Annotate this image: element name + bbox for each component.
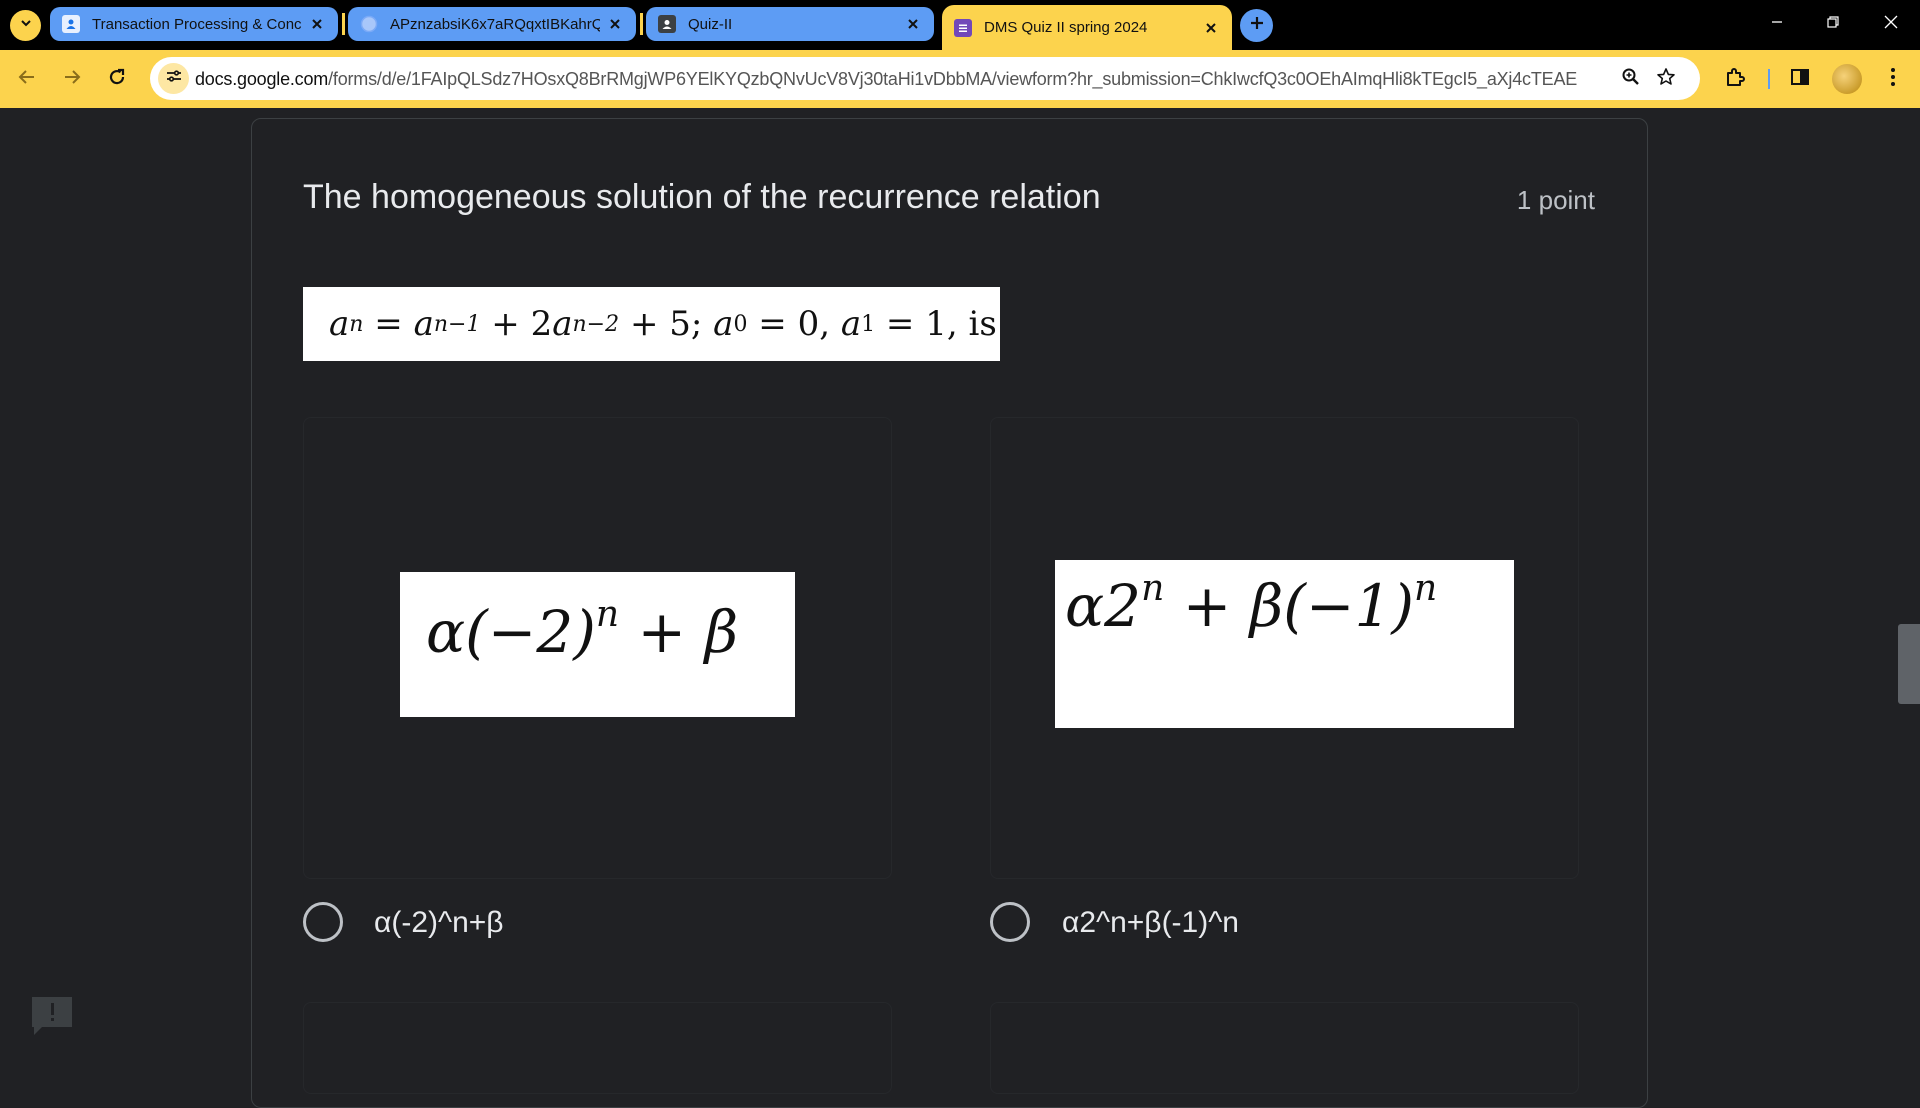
puzzle-icon	[1724, 66, 1746, 93]
tab-divider	[342, 13, 345, 35]
equation-coefficient: 2	[530, 304, 553, 344]
equation-constant: 5;	[669, 304, 703, 344]
equation-operator: +	[491, 304, 520, 344]
option-2-expression-mid: + β(−1)	[1164, 572, 1415, 640]
tab-search-button[interactable]	[10, 10, 41, 41]
equation-subscript: n−1	[433, 311, 481, 337]
option-1-expression-tail: + β	[619, 598, 739, 666]
option-4-image-frame[interactable]	[990, 1002, 1579, 1094]
equation-term: a	[840, 304, 862, 344]
side-panel-button[interactable]	[1783, 62, 1817, 96]
option-2-label[interactable]: α2^n+β(-1)^n	[1062, 906, 1239, 940]
tab-transaction-processing[interactable]: Transaction Processing & Conc	[50, 7, 338, 41]
google-icon	[360, 15, 378, 33]
option-1-expression: α(−2)	[426, 598, 596, 666]
restore-button[interactable]	[1810, 8, 1856, 40]
site-info-button[interactable]	[158, 63, 189, 94]
url-text: docs.google.com/forms/d/e/1FAIpQLSdz7HOs…	[195, 69, 1595, 90]
feedback-icon	[30, 993, 74, 1042]
url-host: docs.google.com	[195, 69, 329, 89]
back-arrow-icon	[17, 67, 37, 92]
tab-dms-quiz[interactable]: DMS Quiz II spring 2024	[942, 5, 1232, 50]
close-icon	[1883, 14, 1899, 35]
option-2-radio[interactable]	[990, 902, 1030, 942]
equation-subscript: 0	[733, 311, 748, 337]
browser-toolbar: docs.google.com/forms/d/e/1FAIpQLSdz7HOs…	[0, 50, 1920, 108]
address-bar[interactable]: docs.google.com/forms/d/e/1FAIpQLSdz7HOs…	[150, 57, 1700, 100]
tab-pdf-viewer[interactable]: APznzabsiK6x7aRQqxtIBKahrQ	[348, 7, 636, 41]
chevron-down-icon	[19, 16, 33, 35]
tab-title: Quiz-II	[688, 15, 733, 33]
option-1-label[interactable]: α(-2)^n+β	[374, 906, 504, 940]
equation-term: a	[552, 304, 573, 344]
equation-constant: 1, is	[925, 304, 997, 344]
restore-icon	[1826, 15, 1840, 34]
close-icon[interactable]	[904, 15, 922, 33]
option-1-image[interactable]: α(−2)n + β	[400, 572, 795, 717]
zoom-icon	[1621, 67, 1641, 92]
equation-subscript: 1	[861, 311, 876, 337]
tab-title: Transaction Processing & Conc	[92, 15, 302, 33]
equation-subscript: n	[349, 311, 364, 337]
report-feedback-button[interactable]	[30, 995, 74, 1039]
reload-button[interactable]	[100, 62, 134, 96]
side-panel-icon	[1790, 67, 1810, 92]
url-path: /forms/d/e/1FAIpQLSdz7HOsxQ8BrRMgjWP6YEl…	[328, 69, 1578, 89]
question-points: 1 point	[1516, 185, 1595, 215]
equation-term: a	[329, 304, 350, 344]
classroom-icon	[658, 15, 676, 33]
option-1-exponent: n	[595, 594, 620, 635]
bookmark-button[interactable]	[1653, 66, 1679, 92]
browser-menu-button[interactable]	[1876, 62, 1910, 96]
forward-arrow-icon	[62, 67, 82, 92]
minimize-button[interactable]	[1754, 8, 1800, 40]
toolbar-divider	[1768, 69, 1770, 89]
plus-icon	[1249, 15, 1265, 36]
reload-icon	[107, 67, 127, 92]
option-2-expression: α2	[1065, 572, 1142, 640]
window-close-button[interactable]	[1868, 8, 1914, 40]
tune-icon	[165, 67, 183, 90]
zoom-button[interactable]	[1618, 66, 1644, 92]
extensions-button[interactable]	[1718, 62, 1752, 96]
equation-operator: =	[885, 304, 915, 344]
tab-divider	[640, 13, 643, 35]
equation-term: a	[713, 304, 734, 344]
page-scrollbar-thumb[interactable]	[1898, 624, 1920, 704]
forms-icon	[954, 18, 972, 37]
option-1-radio[interactable]	[303, 902, 343, 942]
person-icon	[62, 15, 80, 33]
tab-strip: Transaction Processing & Conc APznzabsiK…	[0, 0, 1920, 50]
new-tab-button[interactable]	[1240, 9, 1273, 42]
star-icon	[1656, 67, 1676, 92]
tab-title: APznzabsiK6x7aRQqxtIBKahrQ	[390, 15, 600, 33]
equation-operator: =	[374, 304, 403, 344]
equation-subscript: n−2	[572, 311, 620, 337]
close-icon[interactable]	[308, 15, 326, 33]
more-vertical-icon	[1890, 67, 1896, 92]
tab-title: DMS Quiz II spring 2024	[984, 19, 1148, 36]
minimize-icon	[1770, 15, 1784, 34]
equation-constant: 0,	[797, 304, 831, 344]
option-2-image[interactable]: α2n + β(−1)n	[1055, 560, 1514, 728]
tab-quiz-ii[interactable]: Quiz-II	[646, 7, 934, 41]
forward-button[interactable]	[55, 62, 89, 96]
equation-operator: +	[629, 304, 659, 344]
equation-operator: =	[758, 304, 787, 344]
option-3-image-frame[interactable]	[303, 1002, 892, 1094]
question-title: The homogeneous solution of the recurren…	[303, 178, 1101, 216]
close-icon[interactable]	[606, 15, 624, 33]
equation-term: a	[413, 304, 434, 344]
question-equation-image: an = a n−1 + 2 a n−2 + 5; a0 = 0, a1 = 1, i…	[303, 287, 1000, 361]
option-2-exponent-2: n	[1414, 568, 1438, 609]
close-icon[interactable]	[1202, 19, 1220, 37]
back-button[interactable]	[10, 62, 44, 96]
option-2-exponent: n	[1141, 568, 1165, 609]
profile-avatar[interactable]	[1832, 64, 1862, 94]
